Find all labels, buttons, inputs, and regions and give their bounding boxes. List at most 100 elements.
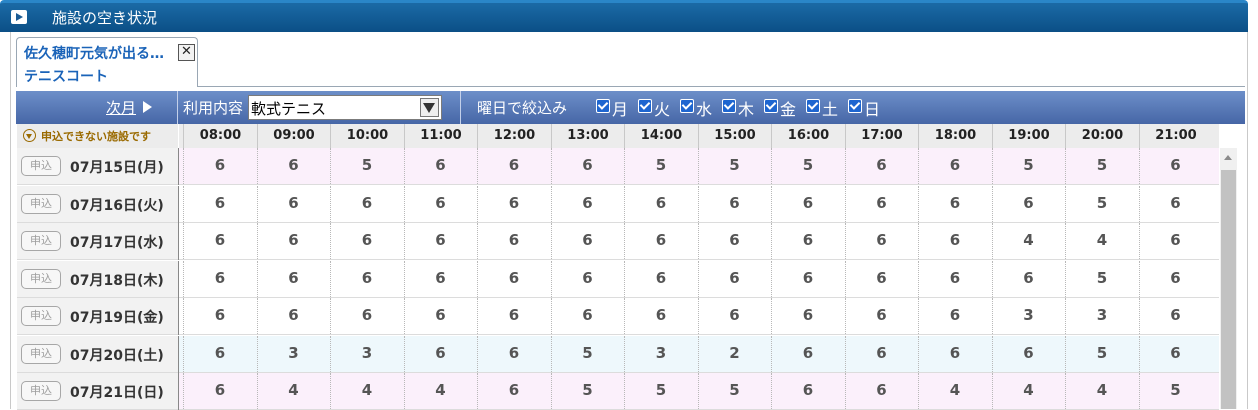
availability-cell[interactable]: 6 xyxy=(771,223,844,259)
availability-cell[interactable]: 4 xyxy=(330,373,403,409)
availability-cell[interactable]: 5 xyxy=(550,373,624,409)
apply-button[interactable]: 申込 xyxy=(21,156,61,176)
availability-cell[interactable]: 6 xyxy=(624,260,697,297)
availability-cell[interactable]: 6 xyxy=(697,185,771,222)
scroll-up-icon[interactable] xyxy=(1224,155,1232,160)
apply-button[interactable]: 申込 xyxy=(21,306,61,326)
apply-button[interactable]: 申込 xyxy=(21,381,61,401)
availability-cell[interactable]: 6 xyxy=(1138,335,1212,372)
availability-cell[interactable]: 6 xyxy=(624,223,697,259)
availability-cell[interactable]: 6 xyxy=(844,223,918,259)
availability-cell[interactable]: 6 xyxy=(256,260,330,297)
availability-cell[interactable]: 5 xyxy=(1065,335,1138,372)
availability-cell[interactable]: 6 xyxy=(550,223,624,259)
availability-cell[interactable]: 6 xyxy=(991,335,1065,372)
availability-cell[interactable]: 3 xyxy=(330,335,403,372)
availability-cell[interactable]: 6 xyxy=(844,373,918,409)
availability-cell[interactable]: 6 xyxy=(403,223,477,259)
next-month-link[interactable]: 次月 xyxy=(106,97,136,118)
scroll-thumb[interactable] xyxy=(1221,170,1236,409)
availability-cell[interactable]: 6 xyxy=(918,260,991,297)
availability-cell[interactable]: 5 xyxy=(771,148,844,184)
check-icon[interactable] xyxy=(596,99,610,113)
availability-cell[interactable]: 6 xyxy=(550,185,624,222)
availability-cell[interactable]: 4 xyxy=(991,373,1065,409)
availability-cell[interactable]: 6 xyxy=(550,260,624,297)
availability-cell[interactable]: 6 xyxy=(1138,298,1212,334)
check-icon[interactable] xyxy=(722,99,736,113)
availability-cell[interactable]: 6 xyxy=(844,335,918,372)
availability-cell[interactable]: 5 xyxy=(1065,185,1138,222)
availability-cell[interactable]: 6 xyxy=(477,260,550,297)
availability-cell[interactable]: 6 xyxy=(403,260,477,297)
availability-cell[interactable]: 5 xyxy=(991,148,1065,184)
availability-cell[interactable]: 6 xyxy=(550,298,624,334)
vertical-scrollbar[interactable] xyxy=(1220,148,1237,409)
availability-cell[interactable]: 2 xyxy=(697,335,771,372)
availability-cell[interactable]: 6 xyxy=(918,223,991,259)
availability-cell[interactable]: 6 xyxy=(771,373,844,409)
availability-cell[interactable]: 6 xyxy=(918,185,991,222)
availability-cell[interactable]: 5 xyxy=(1065,260,1138,297)
availability-cell[interactable]: 6 xyxy=(697,260,771,297)
check-icon[interactable] xyxy=(764,99,778,113)
availability-cell[interactable]: 6 xyxy=(1138,185,1212,222)
check-icon[interactable] xyxy=(680,99,694,113)
availability-cell[interactable]: 6 xyxy=(256,148,330,184)
tab-facility[interactable]: 佐久穂町元気が出る… テニスコート ✕ xyxy=(16,37,198,87)
availability-cell[interactable]: 6 xyxy=(183,373,256,409)
availability-cell[interactable]: 3 xyxy=(1065,298,1138,334)
availability-cell[interactable]: 6 xyxy=(256,223,330,259)
availability-cell[interactable]: 6 xyxy=(183,260,256,297)
availability-cell[interactable]: 6 xyxy=(477,373,550,409)
availability-cell[interactable]: 5 xyxy=(697,373,771,409)
availability-cell[interactable]: 6 xyxy=(403,298,477,334)
availability-cell[interactable]: 6 xyxy=(697,223,771,259)
availability-cell[interactable]: 6 xyxy=(477,148,550,184)
availability-cell[interactable]: 4 xyxy=(991,223,1065,259)
availability-cell[interactable]: 4 xyxy=(1065,373,1138,409)
usage-select[interactable]: 軟式テニス xyxy=(248,95,442,120)
apply-button[interactable]: 申込 xyxy=(21,231,61,251)
availability-cell[interactable]: 5 xyxy=(1138,373,1212,409)
availability-cell[interactable]: 6 xyxy=(844,260,918,297)
next-arrow-icon[interactable] xyxy=(143,101,152,113)
availability-cell[interactable]: 6 xyxy=(183,335,256,372)
availability-cell[interactable]: 6 xyxy=(624,298,697,334)
availability-cell[interactable]: 6 xyxy=(918,298,991,334)
availability-cell[interactable]: 6 xyxy=(918,148,991,184)
availability-cell[interactable]: 4 xyxy=(403,373,477,409)
check-icon[interactable] xyxy=(806,99,820,113)
availability-cell[interactable]: 6 xyxy=(183,148,256,184)
availability-cell[interactable]: 6 xyxy=(183,185,256,222)
availability-cell[interactable]: 6 xyxy=(330,298,403,334)
availability-cell[interactable]: 6 xyxy=(771,298,844,334)
availability-cell[interactable]: 3 xyxy=(256,335,330,372)
availability-cell[interactable]: 4 xyxy=(918,373,991,409)
availability-cell[interactable]: 3 xyxy=(991,298,1065,334)
availability-cell[interactable]: 6 xyxy=(991,185,1065,222)
availability-cell[interactable]: 3 xyxy=(624,335,697,372)
play-icon[interactable] xyxy=(11,10,27,24)
availability-cell[interactable]: 6 xyxy=(403,148,477,184)
availability-cell[interactable]: 6 xyxy=(771,260,844,297)
availability-cell[interactable]: 6 xyxy=(256,298,330,334)
availability-cell[interactable]: 6 xyxy=(991,260,1065,297)
availability-cell[interactable]: 6 xyxy=(1138,223,1212,259)
availability-cell[interactable]: 5 xyxy=(624,148,697,184)
availability-cell[interactable]: 6 xyxy=(1138,148,1212,184)
availability-cell[interactable]: 6 xyxy=(697,298,771,334)
availability-cell[interactable]: 5 xyxy=(697,148,771,184)
availability-cell[interactable]: 6 xyxy=(624,185,697,222)
availability-cell[interactable]: 5 xyxy=(330,148,403,184)
availability-cell[interactable]: 6 xyxy=(550,148,624,184)
apply-button[interactable]: 申込 xyxy=(21,193,61,214)
availability-cell[interactable]: 6 xyxy=(330,185,403,222)
close-icon[interactable]: ✕ xyxy=(178,44,195,61)
apply-button[interactable]: 申込 xyxy=(21,268,61,289)
availability-cell[interactable]: 5 xyxy=(624,373,697,409)
availability-cell[interactable]: 5 xyxy=(550,335,624,372)
availability-cell[interactable]: 5 xyxy=(1065,148,1138,184)
check-icon[interactable] xyxy=(638,99,652,113)
availability-cell[interactable]: 6 xyxy=(403,335,477,372)
